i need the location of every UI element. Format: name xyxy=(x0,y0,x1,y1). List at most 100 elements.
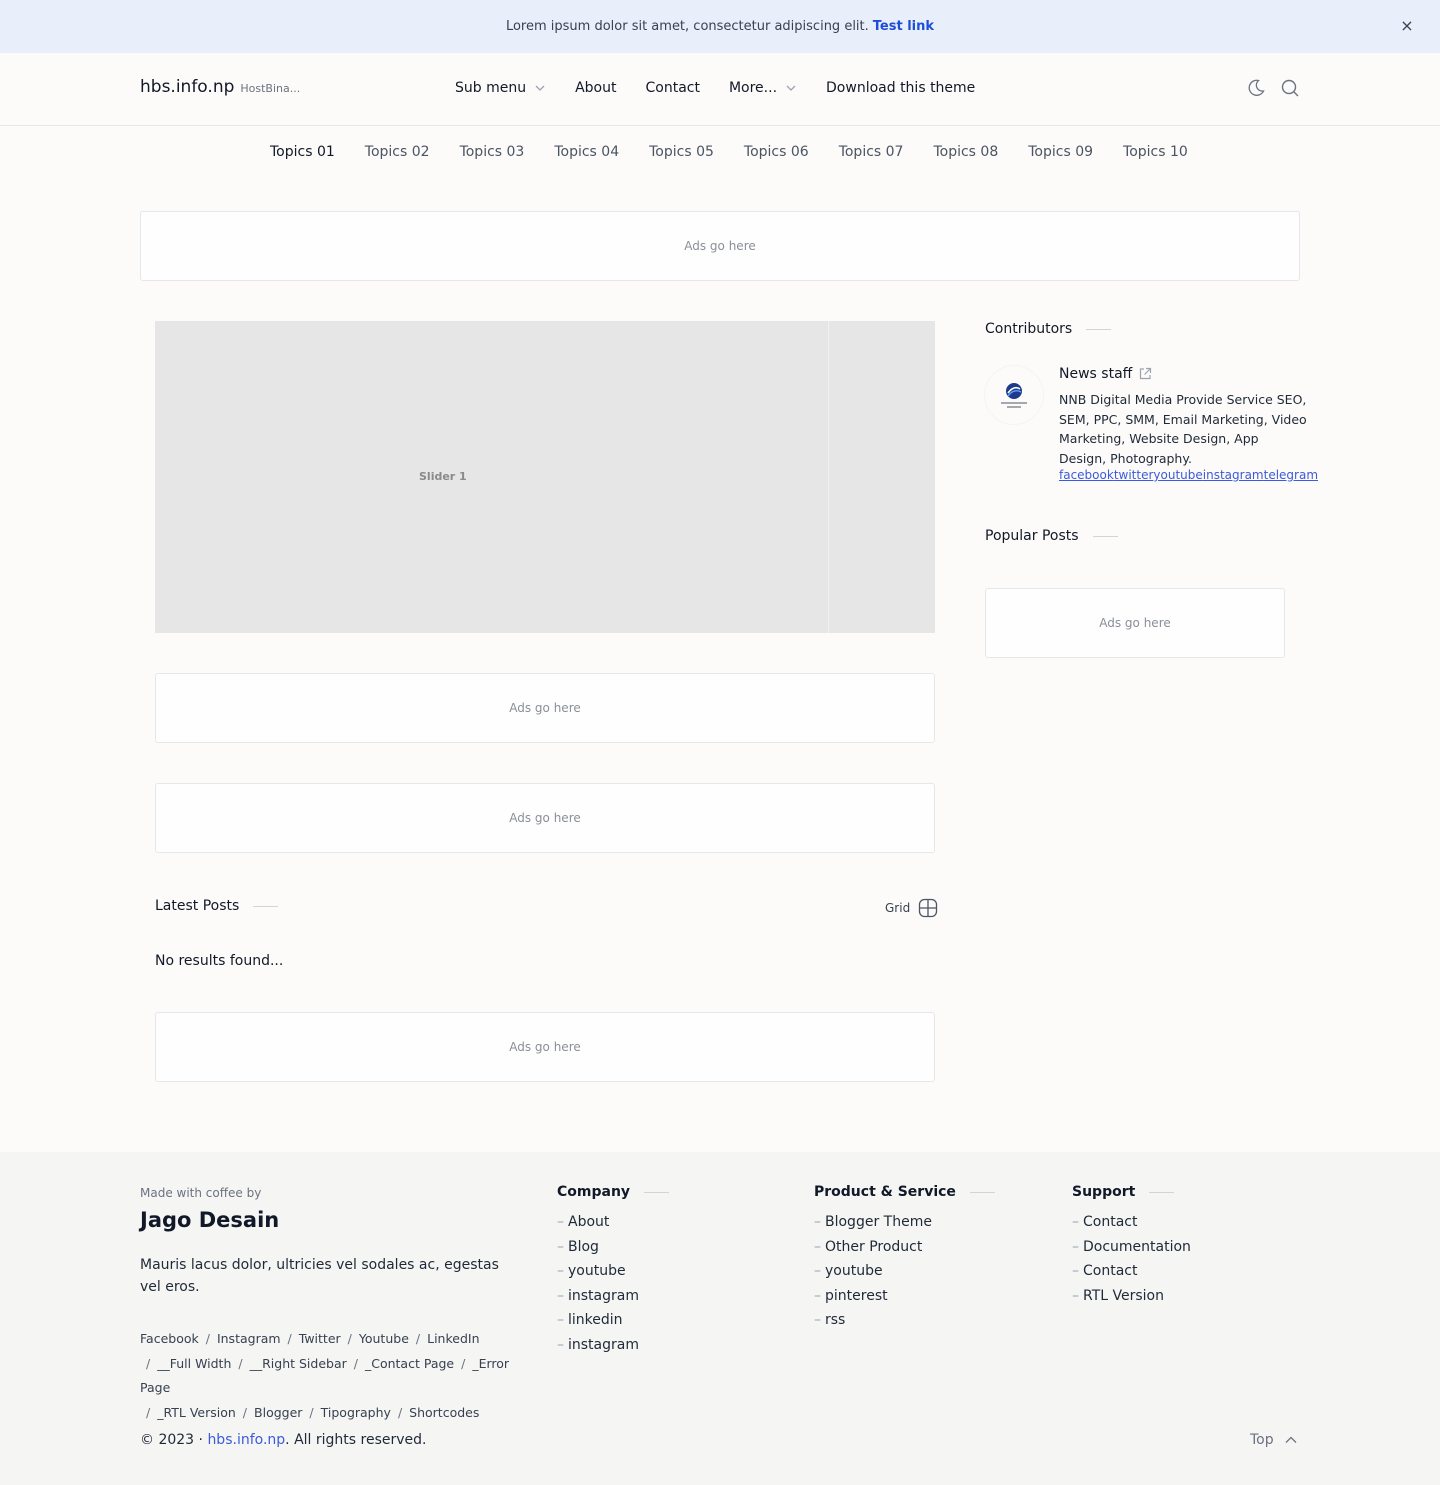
latest-posts-heading: Latest Posts xyxy=(155,898,279,914)
topic-link[interactable]: Topics 04 xyxy=(554,144,619,160)
nav-item-contact[interactable]: Contact xyxy=(646,80,700,96)
nav-item-label: About xyxy=(575,80,617,96)
footer-link[interactable]: __Full Width xyxy=(157,1356,231,1371)
heading-divider xyxy=(253,905,279,907)
copyright-site-link[interactable]: hbs.info.np xyxy=(207,1432,285,1448)
site-header: hbs.info.np HostBina... Sub menu About C… xyxy=(0,53,1440,126)
footer-link[interactable]: _Contact Page xyxy=(365,1356,454,1371)
footer-column-product-service: Product & Service – Blogger Theme – Other … xyxy=(814,1184,995,1333)
footer-link[interactable]: _RTL Version xyxy=(157,1405,236,1420)
slider-label: Slider 1 xyxy=(419,470,467,483)
footer-menu-item[interactable]: – Contact xyxy=(1072,1210,1191,1235)
avatar[interactable] xyxy=(985,366,1043,424)
footer-menu-label: Contact xyxy=(1083,1263,1138,1279)
footer-link[interactable]: __Right Sidebar xyxy=(250,1356,347,1371)
back-to-top-button[interactable]: Top xyxy=(1250,1432,1298,1448)
ad-banner-content-3[interactable]: Ads go here xyxy=(155,1012,935,1082)
separator: / xyxy=(238,1355,243,1371)
footer-link[interactable]: Instagram xyxy=(217,1331,281,1346)
search-icon[interactable] xyxy=(1280,78,1300,98)
site-footer: Made with coffee by Jago Desain Mauris l… xyxy=(0,1152,1440,1485)
popular-posts-heading: Popular Posts xyxy=(985,528,1118,544)
nav-item-label: Contact xyxy=(645,80,700,96)
empty-state-text: No results found... xyxy=(155,953,284,969)
nav-item-more[interactable]: More... xyxy=(729,80,797,96)
heading-divider xyxy=(1086,328,1112,330)
footer-menu-item[interactable]: – Blog xyxy=(557,1235,669,1260)
footer-link[interactable]: Twitter xyxy=(299,1331,341,1346)
footer-link[interactable]: Blogger xyxy=(254,1405,302,1420)
separator: / xyxy=(242,1404,248,1420)
footer-description: Mauris lacus dolor, ultricies vel sodale… xyxy=(140,1257,499,1295)
footer-link[interactable]: Facebook xyxy=(140,1331,199,1346)
site-title[interactable]: hbs.info.np xyxy=(140,77,234,97)
social-link-twitter[interactable]: twitter xyxy=(1114,468,1154,482)
slider[interactable]: Slider 1 xyxy=(155,321,935,633)
external-link-icon xyxy=(1140,367,1152,380)
topic-link[interactable]: Topics 06 xyxy=(744,144,809,160)
topic-link[interactable]: Topics 01 xyxy=(270,144,335,160)
chevron-down-icon xyxy=(535,85,545,91)
site-brand[interactable]: hbs.info.np HostBina... xyxy=(140,77,300,97)
footer-column-heading: Product & Service xyxy=(814,1184,995,1200)
contributor-social-links: facebook twitter youtube instagram teleg… xyxy=(1059,468,1318,482)
topic-link[interactable]: Topics 09 xyxy=(1028,144,1093,160)
footer-brand[interactable]: Jago Desain xyxy=(140,1208,279,1232)
ad-banner-content-2[interactable]: Ads go here xyxy=(155,783,935,853)
footer-made-with: Made with coffee by xyxy=(140,1186,262,1200)
chevron-up-icon xyxy=(1285,1436,1297,1443)
ad-banner-sidebar[interactable]: Ads go here xyxy=(985,588,1285,658)
nav-item-about[interactable]: About xyxy=(575,80,616,96)
back-to-top-label: Top xyxy=(1250,1432,1274,1448)
section-title: Contributors xyxy=(985,321,1073,337)
footer-menu-item[interactable]: – youtube xyxy=(557,1259,669,1284)
footer-menu-item[interactable]: – RTL Version xyxy=(1072,1284,1191,1309)
footer-menu-label: Documentation xyxy=(1083,1238,1191,1255)
nav-item-sub-menu[interactable]: Sub menu xyxy=(455,80,546,96)
footer-menu-item[interactable]: – youtube xyxy=(814,1259,995,1284)
footer-link[interactable]: Youtube xyxy=(359,1331,409,1346)
social-link-facebook[interactable]: facebook xyxy=(1059,468,1114,482)
grid-toggle-button[interactable]: Grid xyxy=(885,898,938,918)
ad-label: Ads go here xyxy=(1099,616,1171,630)
footer-menu-item[interactable]: – instagram xyxy=(557,1284,669,1309)
footer-link[interactable]: LinkedIn xyxy=(427,1331,479,1346)
footer-column-support: Support – Contact – Documentation – Contact… xyxy=(1072,1184,1191,1308)
announcement-link[interactable]: Test link xyxy=(873,19,934,34)
footer-link[interactable]: Tipography xyxy=(321,1405,391,1420)
contributor-name[interactable]: News staff xyxy=(1059,366,1152,382)
topic-link[interactable]: Topics 05 xyxy=(649,144,714,160)
footer-menu-item[interactable]: – Contact xyxy=(1072,1259,1191,1284)
grid-toggle-label: Grid xyxy=(885,901,911,915)
footer-link[interactable]: Shortcodes xyxy=(409,1405,479,1420)
footer-menu-item[interactable]: – linkedin xyxy=(557,1308,669,1333)
topic-link[interactable]: Topics 10 xyxy=(1123,144,1188,160)
footer-menu-item[interactable]: – Documentation xyxy=(1072,1235,1191,1260)
footer-menu-item[interactable]: – Other Product xyxy=(814,1235,995,1260)
nav-item-download-theme[interactable]: Download this theme xyxy=(826,80,975,96)
footer-menu-label: instagram xyxy=(568,1336,639,1353)
footer-menu-item[interactable]: – instagram xyxy=(557,1333,669,1358)
separator: / xyxy=(461,1355,466,1371)
separator: / xyxy=(353,1355,358,1371)
close-icon[interactable]: × xyxy=(1398,17,1416,35)
moon-icon[interactable] xyxy=(1246,78,1266,98)
topic-link[interactable]: Topics 08 xyxy=(933,144,998,160)
footer-menu-item[interactable]: – pinterest xyxy=(814,1284,995,1309)
footer-menu-item[interactable]: – About xyxy=(557,1210,669,1235)
nav-item-label: Download this theme xyxy=(826,80,976,96)
topic-link[interactable]: Topics 03 xyxy=(460,144,525,160)
social-link-telegram[interactable]: telegram xyxy=(1264,468,1318,482)
social-link-youtube[interactable]: youtube xyxy=(1153,468,1202,482)
social-link-instagram[interactable]: instagram xyxy=(1203,468,1264,482)
footer-link-list: Facebook / Instagram / Twitter / Youtube / Linke… xyxy=(140,1327,530,1425)
topic-link[interactable]: Topics 02 xyxy=(365,144,430,160)
ad-banner-top[interactable]: Ads go here xyxy=(140,211,1300,281)
site-tagline: HostBina... xyxy=(240,82,301,95)
footer-menu-item[interactable]: – Blogger Theme xyxy=(814,1210,995,1235)
topic-link[interactable]: Topics 07 xyxy=(839,144,904,160)
footer-menu-label: linkedin xyxy=(568,1312,623,1328)
ad-label: Ads go here xyxy=(509,701,581,715)
footer-menu-item[interactable]: – rss xyxy=(814,1308,995,1333)
ad-banner-content-1[interactable]: Ads go here xyxy=(155,673,935,743)
